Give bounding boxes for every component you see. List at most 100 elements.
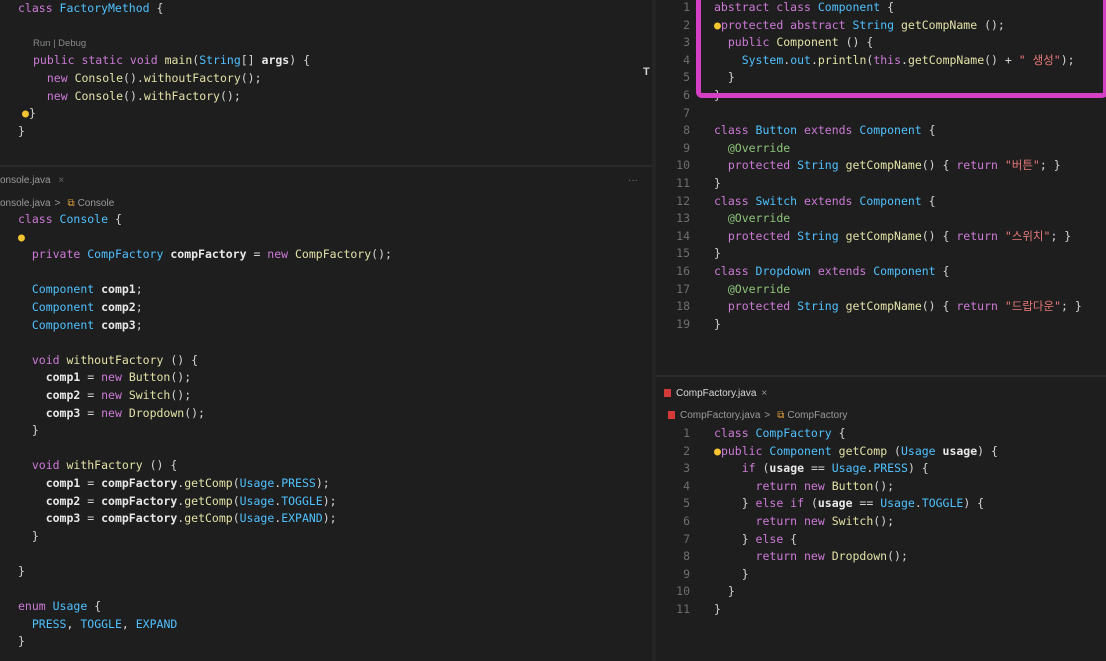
lightbulb-icon[interactable]: ● — [18, 230, 25, 244]
code-line[interactable]: 9 } — [656, 566, 1106, 584]
code-token: comp3 — [45, 511, 81, 526]
lightbulb-icon[interactable]: ● — [714, 444, 721, 458]
code-token: Dropdown — [831, 549, 888, 564]
code-token: TOGGLE — [80, 616, 122, 631]
code-line[interactable] — [0, 264, 652, 282]
code-line[interactable]: void withoutFactory () { — [0, 352, 652, 370]
editor-pane-compfactory[interactable]: CompFactory.java × CompFactory.java > ⧉ … — [656, 377, 1106, 661]
code-line[interactable]: } — [0, 123, 650, 141]
code-line[interactable]: 7 — [656, 105, 1106, 123]
code-line[interactable] — [0, 581, 652, 599]
code-line[interactable]: 2 ●public Component getComp (Usage usage)… — [656, 443, 1106, 461]
line-number: 11 — [676, 176, 690, 190]
code-line[interactable]: comp1 = compFactory.getComp(Usage.PRESS)… — [0, 475, 652, 493]
editor-pane-component[interactable]: 1 abstract class Component {2 ●protected a… — [656, 0, 1106, 375]
code-token: return — [956, 158, 1005, 173]
code-line[interactable]: } — [0, 422, 652, 440]
code-line[interactable]: class FactoryMethod { — [0, 0, 650, 18]
code-line[interactable]: 8 return new Dropdown(); — [656, 548, 1106, 566]
code-token: Component — [31, 300, 102, 314]
code-line[interactable]: 10 } — [656, 583, 1106, 601]
codelens-run-debug[interactable]: Run | Debug — [33, 38, 86, 49]
line-number: 5 — [683, 496, 690, 511]
code-token: } — [18, 564, 25, 578]
breadcrumb-separator: > — [764, 409, 771, 421]
code-line[interactable]: 18 protected String getCompName() { retu… — [656, 298, 1106, 316]
code-line[interactable]: 13 @Override — [656, 210, 1106, 228]
code-line[interactable]: ● — [0, 229, 652, 247]
code-line[interactable]: Component comp2; — [0, 299, 652, 317]
code-line[interactable]: 14 protected String getCompName() { retu… — [656, 228, 1106, 246]
breadcrumb-file[interactable]: CompFactory.java — [680, 410, 760, 421]
code-token: compFactory — [101, 493, 178, 508]
code-line[interactable]: 11} — [656, 601, 1106, 619]
code-text: protected String getCompName() { return … — [714, 298, 1082, 316]
code-line[interactable]: 11} — [656, 175, 1106, 193]
code-token: return new — [755, 478, 832, 493]
code-line[interactable]: } — [0, 528, 652, 546]
code-text: ● — [18, 229, 25, 247]
code-line[interactable]: 9 @Override — [656, 140, 1106, 158]
code-line[interactable]: 16 class Dropdown extends Component { — [656, 263, 1106, 281]
code-line[interactable]: 3 if (usage == Usage.PRESS) { — [656, 460, 1106, 478]
tab-console-java[interactable]: onsole.java × — [0, 175, 64, 186]
code-token: } — [18, 634, 25, 649]
code-token: Button — [128, 370, 171, 385]
code-line[interactable]: class Console { — [0, 211, 652, 229]
code-line[interactable]: PRESS, TOGGLE, EXPAND — [0, 616, 652, 634]
code-line[interactable]: private CompFactory compFactory = new Co… — [0, 246, 652, 264]
tab-close-icon[interactable]: × — [58, 175, 64, 186]
code-line[interactable]: void withFactory () { — [0, 457, 652, 475]
breadcrumb-file[interactable]: onsole.java — [0, 198, 51, 209]
more-actions-icon[interactable]: ··· — [628, 175, 638, 186]
code-line[interactable]: comp2 = compFactory.getComp(Usage.TOGGLE… — [0, 493, 652, 511]
code-line[interactable] — [0, 440, 652, 458]
code-token: return — [956, 299, 1005, 314]
breadcrumb-symbol[interactable]: Console — [78, 198, 115, 209]
code-line[interactable]: comp2 = new Switch(); — [0, 387, 652, 405]
code-line[interactable]: } — [0, 633, 652, 651]
code-line[interactable]: new Console().withFactory(); — [0, 88, 650, 106]
code-line[interactable]: 6 return new Switch(); — [656, 513, 1106, 531]
code-line[interactable]: 1 class CompFactory { — [656, 425, 1106, 443]
code-token: Switch — [128, 388, 171, 402]
code-line[interactable]: 19} — [656, 316, 1106, 334]
tab-bar: CompFactory.java × — [664, 383, 1106, 403]
code-line[interactable]: } — [0, 563, 652, 581]
code-line[interactable]: comp3 = new Dropdown(); — [0, 405, 652, 423]
editor-pane-factorymethod[interactable]: Run | Debug class FactoryMethod { public … — [0, 0, 650, 165]
code-text: new Console().withFactory(); — [33, 88, 241, 106]
tab-close-icon[interactable]: × — [761, 388, 767, 399]
code-token: comp2 — [45, 493, 81, 508]
lightbulb-icon[interactable]: ● — [22, 106, 29, 120]
tab-compfactory-java[interactable]: CompFactory.java × — [664, 388, 767, 399]
code-line[interactable]: comp1 = new Button(); — [0, 369, 652, 387]
code-line[interactable]: Component comp3; — [0, 317, 652, 335]
code-line[interactable] — [0, 545, 652, 563]
code-line[interactable]: ●} — [0, 105, 650, 123]
code-line[interactable]: 10 protected String getCompName() { retu… — [656, 157, 1106, 175]
code-line[interactable]: 7 } else { — [656, 531, 1106, 549]
line-number: 1 — [683, 426, 690, 440]
code-token: { — [94, 599, 102, 614]
code-line[interactable]: 17 @Override — [656, 281, 1106, 299]
code-line[interactable]: comp3 = compFactory.getComp(Usage.EXPAND… — [0, 510, 652, 528]
editor-pane-console[interactable]: onsole.java × ··· onsole.java > ⧉ Consol… — [0, 167, 652, 661]
code-line[interactable]: Component comp1; — [0, 281, 652, 299]
code-line[interactable] — [0, 334, 652, 352]
code-line[interactable]: 5 } else if (usage == Usage.TOGGLE) { — [656, 495, 1106, 513]
code-line[interactable]: enum Usage { — [0, 598, 652, 616]
code-line[interactable]: 12 class Switch extends Component { — [656, 193, 1106, 211]
code-line[interactable]: new Console().withoutFactory(); — [0, 70, 650, 88]
code-line[interactable]: 4 return new Button(); — [656, 478, 1106, 496]
code-line[interactable]: 15} — [656, 245, 1106, 263]
code-line[interactable]: 8 class Button extends Component { — [656, 122, 1106, 140]
code-line[interactable]: public static void main(String[] args) { — [0, 52, 650, 70]
java-file-icon — [668, 411, 675, 419]
breadcrumb-symbol[interactable]: CompFactory — [787, 410, 847, 421]
code-token: Button — [755, 123, 805, 138]
